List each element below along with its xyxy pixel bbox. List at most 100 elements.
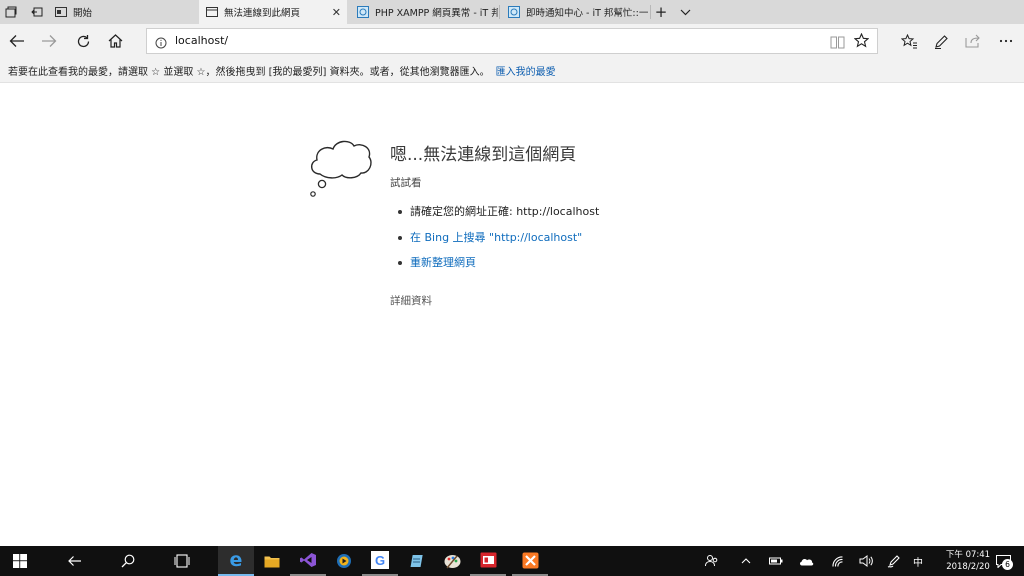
tab-title: 無法連線到此網頁 (224, 8, 301, 19)
onedrive-tray-button[interactable] (796, 546, 816, 576)
refresh-page-link[interactable]: 重新整理網頁 (398, 255, 599, 281)
back-button[interactable] (2, 24, 32, 58)
tab-previews-button[interactable] (675, 0, 695, 24)
show-hidden-icons-button[interactable] (736, 546, 756, 576)
taskbar-edge[interactable]: e (218, 546, 254, 576)
pen-workspace-icon (887, 555, 900, 568)
windows-logo-icon (13, 554, 27, 568)
more-dots-icon (999, 39, 1013, 43)
share-icon (965, 34, 980, 48)
chevron-up-icon (741, 558, 751, 564)
cloud-icon (799, 558, 813, 565)
paint-palette-icon (444, 554, 460, 568)
taskbar-back-button[interactable] (56, 546, 92, 576)
web-note-button[interactable] (926, 24, 956, 58)
add-favorite-star-icon[interactable] (853, 32, 870, 52)
ithome-favicon (507, 6, 520, 19)
notepad-icon (410, 555, 423, 567)
home-button[interactable] (100, 24, 130, 58)
red-app-icon (480, 552, 496, 568)
battery-device-icon (769, 557, 783, 565)
tab-title: 即時通知中心 - iT 邦幫忙::一 (526, 8, 649, 19)
edge-icon: e (229, 548, 243, 571)
xampp-icon (522, 552, 538, 568)
suggestion-list: 請確定您的網址正確: http://localhost 在 Bing 上搜尋 "… (398, 204, 599, 281)
taskbar-visual-studio[interactable] (290, 546, 326, 576)
taskbar-red-app[interactable] (470, 546, 506, 576)
page-icon (205, 6, 218, 19)
start-button[interactable] (0, 546, 40, 576)
pen-workspace-button[interactable] (884, 546, 904, 576)
taskbar-media-player[interactable] (326, 546, 362, 576)
import-favorites-link[interactable]: 匯入我的最愛 (496, 63, 556, 78)
favorites-bar: 若要在此查看我的最愛，請選取 ☆ 並選取 ☆，然後拖曳到 [我的最愛列] 資料夾… (0, 58, 1024, 83)
taskbar-file-explorer[interactable] (254, 546, 290, 576)
network-tray-button[interactable] (828, 546, 848, 576)
svg-text:G: G (375, 553, 385, 568)
notification-count-badge: 6 (1002, 559, 1013, 570)
page-icon (54, 6, 67, 19)
taskbar-xampp[interactable] (512, 546, 548, 576)
reading-view-icon[interactable] (830, 34, 845, 53)
close-tab-icon[interactable]: ✕ (332, 0, 341, 24)
tab-cannot-connect[interactable]: 無法連線到此網頁 ✕ (199, 0, 347, 24)
visual-studio-icon (300, 553, 316, 567)
navigation-bar: localhost/ (0, 24, 1024, 58)
thought-cloud-icon (310, 140, 372, 197)
refresh-button[interactable] (68, 24, 98, 58)
arrow-left-icon (67, 556, 81, 566)
address-bar[interactable]: localhost/ (146, 28, 878, 54)
info-icon[interactable] (155, 34, 167, 53)
system-clock[interactable]: 下午 07:41 2018/2/20 (940, 549, 996, 573)
taskbar-chrome[interactable]: G (362, 546, 398, 576)
arrow-right-icon (42, 35, 57, 47)
chevron-down-icon (680, 9, 690, 15)
error-title: 嗯...無法連線到這個網頁 (390, 145, 577, 165)
details-toggle[interactable]: 詳細資料 (390, 293, 432, 308)
folder-icon (264, 556, 280, 567)
forward-button[interactable] (34, 24, 64, 58)
settings-more-button[interactable] (991, 24, 1021, 58)
search-bing-link[interactable]: 在 Bing 上搜尋 "http://localhost" (398, 230, 599, 256)
google-chrome-icon: G (371, 551, 389, 569)
tab-strip: 開始 無法連線到此網頁 ✕ PHP XAMPP 網頁異常 - iT 邦 即時通知… (0, 0, 1024, 24)
taskbar-notepad[interactable] (398, 546, 434, 576)
tab-divider (499, 5, 500, 19)
tab-start[interactable]: 開始 (48, 0, 198, 24)
task-view-button[interactable] (164, 546, 200, 576)
favorites-hint-text: 若要在此查看我的最愛，請選取 ☆ 並選取 ☆，然後拖曳到 [我的最愛列] 資料夾… (8, 66, 490, 78)
url-text[interactable]: localhost/ (175, 34, 228, 47)
tray-device-icon[interactable] (766, 546, 786, 576)
refresh-icon (77, 34, 89, 47)
favorites-list-icon (900, 33, 917, 48)
show-tabs-aside-button[interactable] (26, 0, 48, 24)
people-icon (705, 555, 718, 567)
speaker-icon (859, 555, 873, 567)
input-method-indicator[interactable]: 中 (913, 546, 923, 576)
favorites-hub-button[interactable] (894, 24, 924, 58)
wifi-icon (832, 556, 843, 567)
error-subtitle: 試試看 (390, 177, 422, 189)
new-tab-button[interactable]: + (651, 0, 671, 24)
restore-tabs-icon (31, 7, 43, 17)
media-player-icon (337, 554, 351, 568)
search-icon (121, 554, 135, 568)
clock-time: 下午 07:41 (945, 550, 991, 560)
tab-title: PHP XAMPP 網頁異常 - iT 邦 (375, 8, 498, 19)
cortana-search-button[interactable] (110, 546, 146, 576)
taskbar-paint[interactable] (434, 546, 470, 576)
tab-title: 開始 (73, 8, 93, 19)
set-tabs-aside-button[interactable] (0, 0, 22, 24)
tab-notification-center[interactable]: 即時通知中心 - iT 邦幫忙::一 (501, 0, 649, 24)
clock-date: 2018/2/20 (946, 562, 990, 572)
volume-tray-button[interactable] (856, 546, 876, 576)
suggestion-check-url: 請確定您的網址正確: http://localhost (398, 204, 599, 230)
home-icon (108, 34, 122, 48)
arrow-left-icon (9, 35, 24, 47)
tabs-aside-icon (5, 6, 17, 18)
pen-icon (934, 34, 948, 49)
ithome-favicon (356, 6, 369, 19)
share-button[interactable] (958, 24, 988, 58)
tab-php-xampp[interactable]: PHP XAMPP 網頁異常 - iT 邦 (350, 0, 498, 24)
people-button[interactable] (700, 546, 724, 576)
